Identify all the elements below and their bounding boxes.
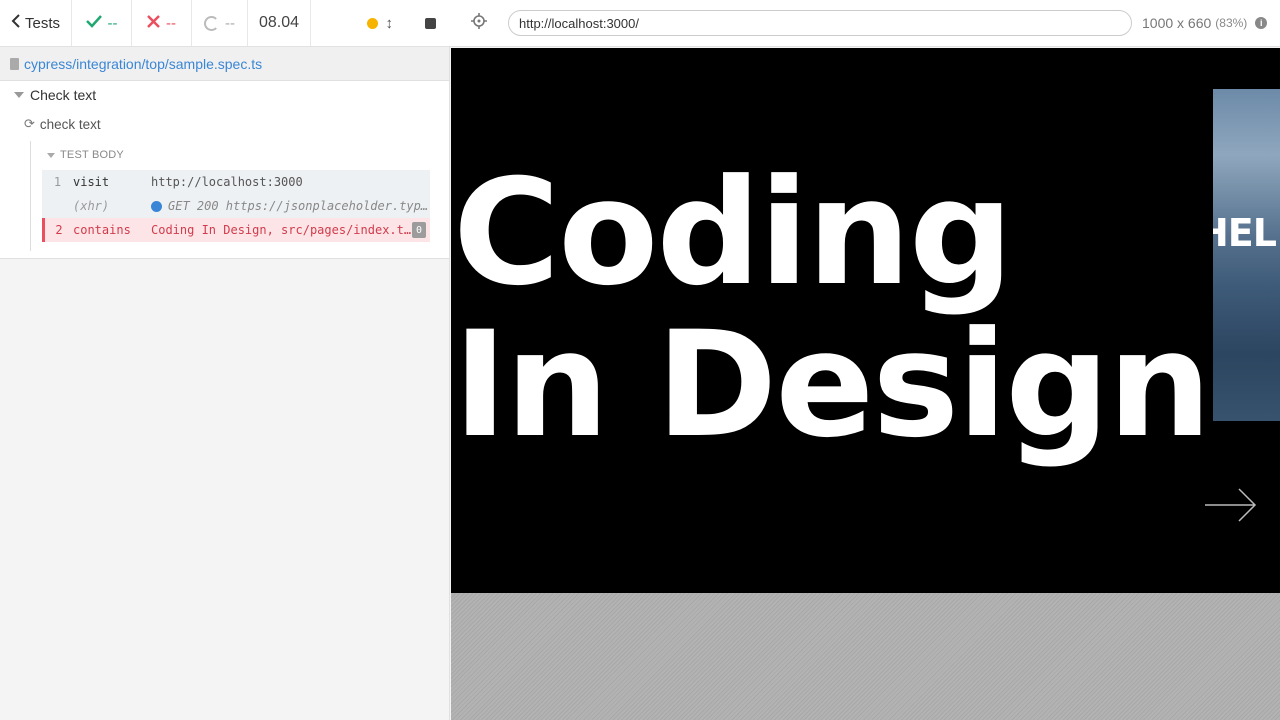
caret-down-icon — [14, 92, 24, 98]
passed-count: -- — [72, 0, 132, 46]
suite-title[interactable]: Check text — [14, 87, 96, 103]
xhr-status-dot-icon — [151, 200, 162, 212]
command-row-failed[interactable]: 2 contains Coding In Design, src/pages/i… — [42, 218, 430, 242]
arrow-right-icon[interactable] — [1203, 486, 1259, 524]
city-photo: HEL — [1213, 89, 1280, 421]
refresh-icon: ⟳ — [24, 116, 35, 131]
auto-scroll-toggle-icon[interactable]: ↕ — [386, 15, 394, 32]
test-body: TEST BODY 1 visit http://localhost:3000 … — [30, 141, 430, 251]
run-controls: ↕ — [311, 0, 450, 46]
command-count-badge: 0 — [412, 222, 426, 238]
pending-circle-icon — [204, 15, 219, 31]
viewport-info: 1000 x 660 (83%) i — [1142, 15, 1268, 31]
command-row[interactable]: (xhr) GET 200 https://jsonplaceholder.ty… — [42, 194, 430, 218]
spec-file-link[interactable]: cypress/integration/top/sample.spec.ts — [24, 56, 262, 72]
running-indicator-icon — [366, 17, 378, 29]
runnables: Check text ⟳ check text TEST BODY 1 visi… — [0, 81, 449, 259]
reporter-panel: Tests -- -- -- 08.04 ↕ cypress/integrati… — [0, 0, 450, 720]
x-icon — [147, 14, 160, 32]
viewport-scale: (83%) — [1215, 16, 1248, 30]
tests-label: Tests — [24, 14, 60, 32]
command-message: http://localhost:3000 — [151, 175, 303, 189]
crosshair-icon — [471, 12, 487, 34]
test-body-header[interactable]: TEST BODY — [47, 149, 124, 161]
chevron-left-icon — [11, 14, 21, 32]
stop-icon[interactable] — [425, 17, 436, 29]
selector-playground-button[interactable] — [450, 12, 508, 34]
command-message: GET 200 https://jsonplaceholder.typicode… — [151, 199, 430, 213]
viewport-size: 1000 x 660 — [1142, 15, 1212, 31]
caret-down-icon — [47, 152, 55, 158]
failed-count: -- — [132, 0, 192, 46]
aut-iframe: Coding In Design HEL — [451, 48, 1280, 593]
pending-count: -- — [192, 0, 248, 46]
photo-overlay-text: HEL — [1213, 211, 1277, 255]
check-icon — [85, 14, 102, 32]
tests-button[interactable]: Tests — [0, 0, 72, 46]
hero-heading-line-2: In Design — [453, 300, 1212, 470]
stats-bar: Tests -- -- -- 08.04 ↕ — [0, 0, 450, 47]
info-icon[interactable]: i — [1255, 17, 1268, 29]
test-title[interactable]: ⟳ check text — [24, 116, 101, 132]
command-name: contains — [73, 223, 131, 237]
command-message: Coding In Design, src/pages/index.tsx — [151, 223, 412, 237]
file-icon — [10, 57, 19, 70]
aut-background — [451, 593, 1280, 720]
aut-header: http://localhost:3000/ 1000 x 660 (83%) … — [450, 0, 1280, 47]
command-number: 2 — [55, 223, 63, 237]
duration: 08.04 — [248, 0, 311, 46]
spec-header: cypress/integration/top/sample.spec.ts — [0, 47, 449, 81]
hero-heading-line-1: Coding — [453, 148, 1013, 318]
command-name: visit — [73, 175, 110, 189]
command-name: (xhr) — [73, 199, 110, 213]
url-field[interactable]: http://localhost:3000/ — [508, 10, 1132, 36]
command-row[interactable]: 1 visit http://localhost:3000 — [42, 170, 430, 194]
command-number: 1 — [53, 175, 62, 189]
